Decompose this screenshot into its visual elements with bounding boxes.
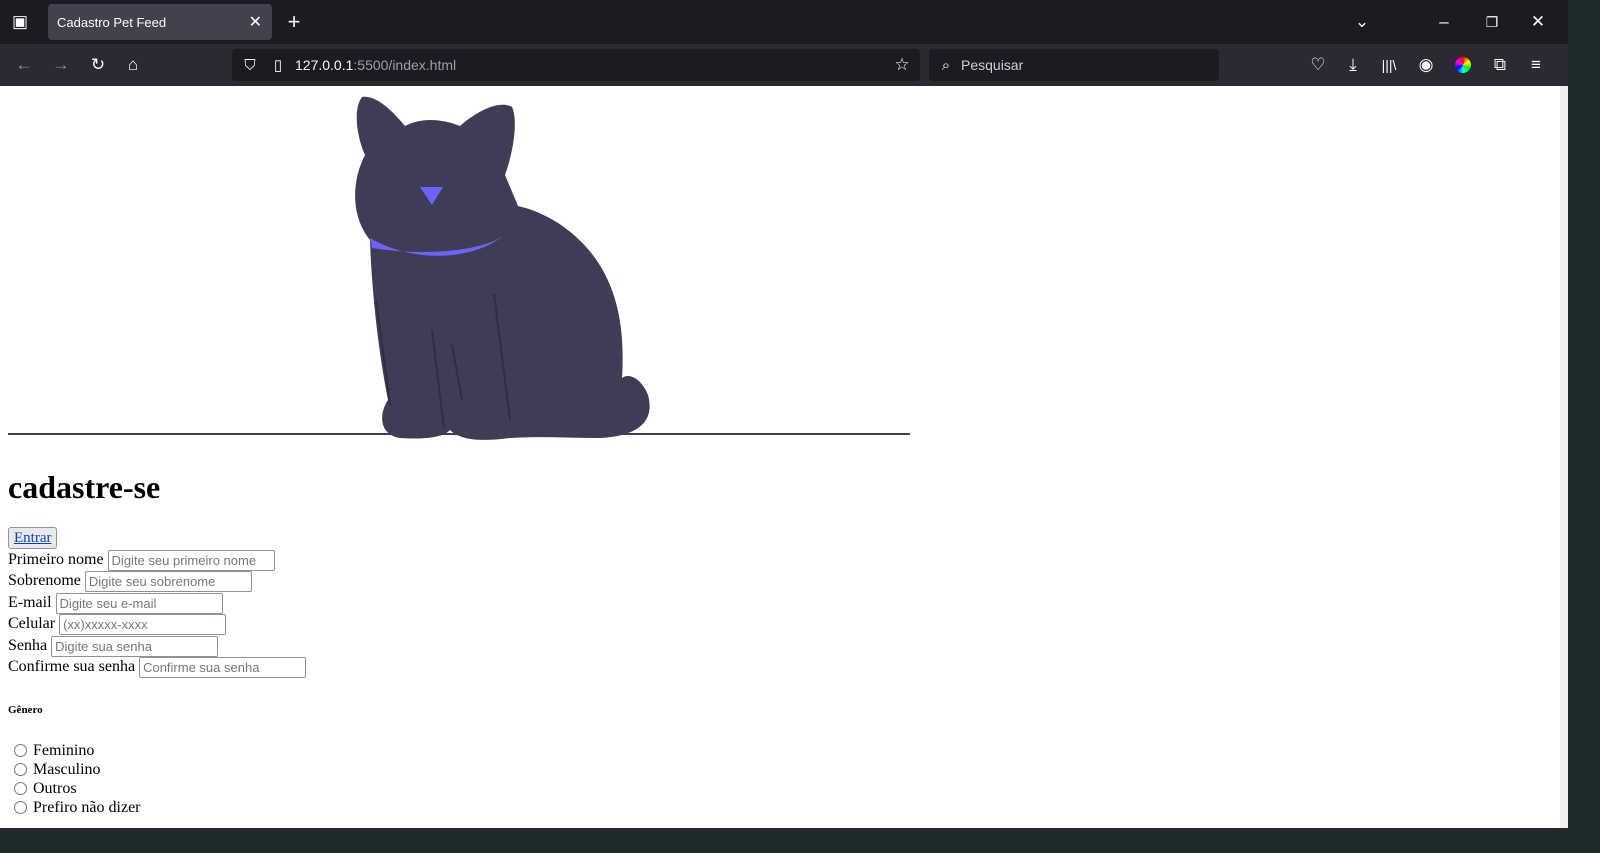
library-icon[interactable]: |||\ bbox=[1377, 53, 1401, 77]
cat-body bbox=[355, 96, 650, 440]
gender-option-prefiro-nao-dizer[interactable]: Prefiro não dizer bbox=[14, 798, 141, 817]
field-confirm-password: Confirme sua senha bbox=[8, 656, 307, 678]
color-extension-icon[interactable] bbox=[1451, 53, 1475, 77]
url-host: 127.0.0.1 bbox=[295, 57, 354, 73]
radio-button[interactable] bbox=[14, 744, 27, 757]
close-window-icon[interactable]: ✕ bbox=[1526, 10, 1550, 34]
account-icon[interactable]: ◉ bbox=[1414, 53, 1438, 77]
close-tab-icon[interactable]: ✕ bbox=[249, 12, 262, 32]
gender-option-outros[interactable]: Outros bbox=[14, 779, 77, 798]
shield-icon[interactable]: ⛉ bbox=[238, 53, 262, 77]
gender-option-feminino[interactable]: Feminino bbox=[14, 741, 94, 760]
reload-icon[interactable]: ↻ bbox=[86, 53, 110, 77]
field-label: Senha bbox=[8, 637, 48, 654]
nav-bar: ← → ↻ ⌂ ⛉ ▯ 127.0.0.1:5500/index.html ☆ … bbox=[0, 44, 1568, 86]
url-bar[interactable]: ⛉ ▯ 127.0.0.1:5500/index.html ☆ bbox=[232, 49, 920, 81]
phone-input[interactable] bbox=[59, 613, 227, 635]
field-password: Senha bbox=[8, 635, 219, 657]
cat-illustration bbox=[8, 96, 910, 440]
field-label: Celular bbox=[8, 615, 56, 632]
email-input[interactable] bbox=[55, 592, 223, 614]
field-last-name: Sobrenome bbox=[8, 570, 252, 592]
first-name-input[interactable] bbox=[107, 549, 275, 571]
download-icon[interactable]: ⤓ bbox=[1341, 53, 1365, 77]
tab-title: Cadastro Pet Feed bbox=[57, 14, 167, 30]
page-content: cadastre-se Entrar Primeiro nome Sobreno… bbox=[0, 86, 1560, 828]
tab-overview-icon[interactable]: ▣ bbox=[8, 10, 32, 34]
password-input[interactable] bbox=[51, 635, 219, 657]
radio-label: Outros bbox=[33, 779, 77, 797]
search-icon: ⌕ bbox=[941, 56, 951, 74]
page-title: cadastre-se bbox=[8, 469, 161, 505]
search-bar[interactable]: ⌕ Pesquisar bbox=[929, 49, 1219, 81]
chevron-down-icon[interactable]: ⌄ bbox=[1350, 10, 1374, 34]
last-name-input[interactable] bbox=[84, 570, 252, 592]
field-label: Sobrenome bbox=[8, 572, 81, 589]
minimize-icon[interactable]: – bbox=[1432, 10, 1456, 34]
field-label: Primeiro nome bbox=[8, 551, 104, 568]
field-first-name: Primeiro nome bbox=[8, 549, 275, 571]
tab-bar: ▣ Cadastro Pet Feed ✕ + ⌄ – ❐ ✕ bbox=[0, 0, 1568, 44]
radio-label: Feminino bbox=[33, 741, 95, 759]
confirm-password-input[interactable] bbox=[139, 656, 307, 678]
home-icon[interactable]: ⌂ bbox=[121, 53, 145, 77]
menu-icon[interactable]: ≡ bbox=[1524, 53, 1548, 77]
search-placeholder: Pesquisar bbox=[961, 57, 1024, 73]
browser-window: ▣ Cadastro Pet Feed ✕ + ⌄ – ❐ ✕ ← → ↻ ⌂ … bbox=[0, 0, 1568, 828]
new-tab-icon[interactable]: + bbox=[282, 9, 306, 34]
radio-label: Prefiro não dizer bbox=[33, 798, 141, 816]
gender-heading: Gênero bbox=[8, 704, 43, 716]
url-text: 127.0.0.1:5500/index.html bbox=[295, 57, 456, 73]
gender-option-masculino[interactable]: Masculino bbox=[14, 760, 101, 779]
extensions-icon[interactable]: ⧉ bbox=[1488, 53, 1512, 77]
radio-button[interactable] bbox=[14, 801, 27, 814]
radio-button[interactable] bbox=[14, 782, 27, 795]
field-label: E-mail bbox=[8, 594, 52, 611]
field-phone: Celular bbox=[8, 613, 227, 635]
tab-cadastro[interactable]: Cadastro Pet Feed ✕ bbox=[48, 4, 272, 40]
field-label: Confirme sua senha bbox=[8, 658, 136, 675]
restore-icon[interactable]: ❐ bbox=[1480, 10, 1504, 34]
star-icon[interactable]: ☆ bbox=[890, 53, 914, 77]
pocket-icon[interactable]: ♡ bbox=[1306, 53, 1330, 77]
radio-button[interactable] bbox=[14, 763, 27, 776]
field-email: E-mail bbox=[8, 592, 223, 614]
forward-icon[interactable]: → bbox=[49, 53, 73, 77]
login-button[interactable]: Entrar bbox=[8, 527, 58, 549]
url-path: :5500/index.html bbox=[353, 57, 457, 73]
back-icon[interactable]: ← bbox=[12, 53, 36, 77]
page-icon: ▯ bbox=[273, 57, 283, 74]
radio-label: Masculino bbox=[33, 760, 101, 778]
scrollbar[interactable] bbox=[1560, 86, 1568, 828]
